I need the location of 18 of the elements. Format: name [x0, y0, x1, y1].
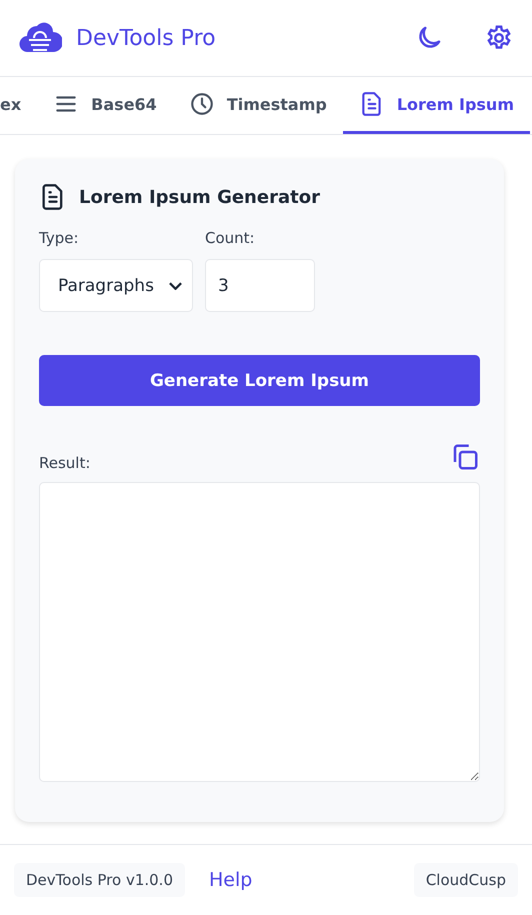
brand-label: CloudCusp: [414, 863, 518, 897]
type-dropdown[interactable]: Paragraphs: [39, 259, 193, 312]
chevron-icon: [169, 282, 182, 290]
tab[interactable]: Timestamp: [172, 77, 343, 134]
tab[interactable]: ex: [0, 77, 38, 134]
count-field[interactable]: 3: [205, 259, 315, 312]
type-label: Type:: [39, 229, 80, 247]
version-label: DevTools Pro v1.0.0: [14, 863, 185, 897]
generate-button[interactable]: Generate Lorem Ipsum: [39, 355, 480, 406]
clock-icon: [188, 91, 215, 117]
result-field[interactable]: [39, 482, 480, 782]
result-label: Result:: [39, 454, 90, 472]
tab[interactable]: Lorem Ipsum: [342, 77, 530, 134]
tab[interactable]: Base64: [37, 77, 173, 134]
card-title: Lorem Ipsum Generator: [79, 186, 320, 208]
app-title: DevTools Pro: [76, 26, 217, 50]
help-link[interactable]: Help: [208, 869, 252, 891]
count-label: Count:: [205, 229, 256, 247]
